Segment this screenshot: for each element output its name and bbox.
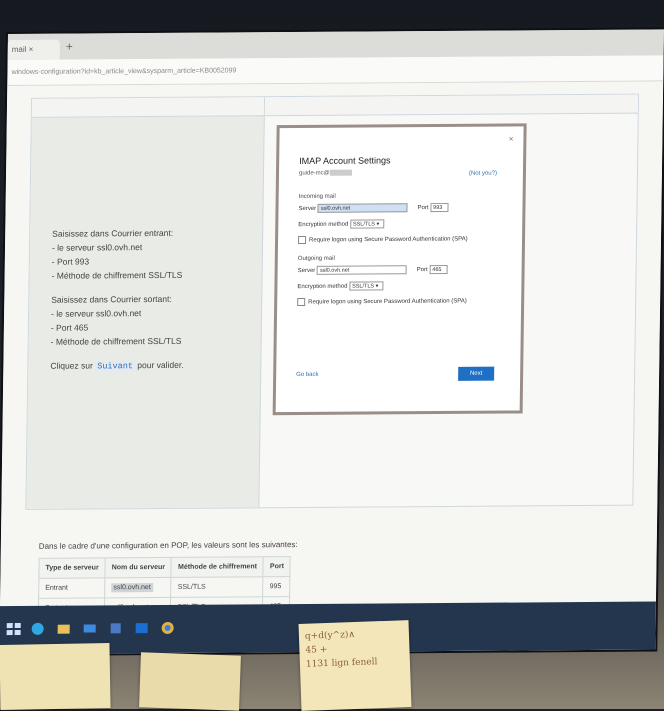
instructions-text: Saisissez dans Courrier entrant: - le se… [50,225,262,383]
table-header: Type de serveur [38,557,106,579]
store-icon[interactable] [108,621,124,635]
screenshot-column: × IMAP Account Settings guide-mc@ (Not y… [259,94,639,508]
encryption-label: Encryption method [298,221,349,229]
edge-icon[interactable] [30,622,46,636]
port-label: Port [417,205,429,212]
table-cell: SSL/TLS [171,576,264,598]
table-header: Port [263,556,291,577]
encryption-value: SSL/TLS [352,221,376,228]
incoming-port-input[interactable]: 993 [430,202,449,213]
chrome-icon[interactable] [160,621,176,635]
outgoing-spa-row: Require logon using Secure Password Auth… [297,297,467,307]
outgoing-port-input[interactable]: 465 [429,264,448,275]
spa-label: Require logon using Secure Password Auth… [308,298,467,306]
tab-label: mail × [11,44,34,54]
validate-suffix: pour valider. [137,359,184,371]
content-frame: Saisissez dans Courrier entrant: - le se… [25,93,640,510]
dialog-title: IMAP Account Settings [299,155,391,166]
account-prefix: guide-mc@ [298,170,330,177]
incoming-heading: Saisissez dans Courrier entrant: [52,227,174,239]
outgoing-encryption-select[interactable]: SSL/TLS ▾ [349,281,384,291]
sticky-note [0,643,111,710]
browser-tab[interactable]: mail × [7,39,60,61]
incoming-server-input[interactable]: ssl0.ovh.net [317,203,408,213]
monitor-screen: mail × + windows-configuration?id=kb_art… [0,29,664,655]
validate-code: Suivant [95,361,136,372]
incoming-server: - le serveur ssl0.ovh.net [51,242,143,253]
spa-label: Require logon using Secure Password Auth… [309,236,468,244]
incoming-encryption-select[interactable]: SSL/TLS ▾ [349,219,385,229]
next-button[interactable]: Next [458,366,495,381]
port-label: Port [416,267,428,274]
imap-dialog: × IMAP Account Settings guide-mc@ (Not y… [279,130,520,409]
table-cell: ssl0.ovh.net [104,577,172,598]
redacted-block [329,169,352,176]
sticky-note [139,652,241,711]
validate-prefix: Cliquez sur [50,360,93,371]
windows-start-icon[interactable] [6,622,22,636]
outgoing-server-input[interactable]: ssl0.ovh.net [316,265,408,275]
table-header-row: Type de serveur Nom du serveur Méthode d… [38,556,291,579]
outgoing-server-row: Server ssl0.ovh.net Port 465 [297,264,448,275]
spa-checkbox[interactable] [298,235,307,244]
column-header [264,94,639,117]
server-label: Server [297,267,316,275]
table-row: Entrant ssl0.ovh.net SSL/TLS 995 [38,576,291,599]
outgoing-encryption-row: Encryption method SSL/TLS ▾ [297,281,384,291]
pop-note: Dans le cadre d'une configuration en POP… [38,540,298,551]
incoming-encryption-row: Encryption method SSL/TLS ▾ [298,219,385,229]
table-cell: Entrant [38,577,106,599]
table-header: Méthode de chiffrement [171,556,264,578]
encryption-value: SSL/TLS [352,283,375,290]
incoming-port: - Port 993 [51,256,90,267]
outgoing-port: - Port 465 [50,322,89,333]
table-cell: 995 [263,576,291,597]
mail-icon[interactable] [82,621,98,635]
encryption-label: Encryption method [297,283,348,291]
incoming-server-row: Server ssl0.ovh.net Port 993 [298,202,449,213]
instructions-column: Saisissez dans Courrier entrant: - le se… [26,97,266,509]
outgoing-method: - Méthode de chiffrement SSL/TLS [50,335,182,347]
incoming-label: Incoming mail [298,193,336,200]
imap-settings-screenshot: × IMAP Account Settings guide-mc@ (Not y… [272,123,527,416]
column-header [31,97,265,118]
new-tab-button[interactable]: + [66,40,73,54]
sticky-note-handwritten: q+d(y^z)∧ 45 + 1131 lign fenell [298,620,412,711]
table-header: Nom du serveur [105,557,172,578]
spa-checkbox[interactable] [297,297,306,307]
outgoing-label: Outgoing mail [297,255,335,262]
address-text: windows-configuration?id=kb_article_view… [11,67,237,76]
account-email: guide-mc@ [298,169,352,177]
go-back-link[interactable]: Go back [296,372,318,378]
outlook-icon[interactable] [134,621,150,635]
article-page: Saisissez dans Courrier entrant: - le se… [0,81,664,619]
highlighted-server: ssl0.ovh.net [111,583,153,593]
not-you-link[interactable]: (Not you?) [469,171,497,177]
incoming-method: - Méthode de chiffrement SSL/TLS [51,269,183,281]
outgoing-heading: Saisissez dans Courrier sortant: [51,293,172,305]
incoming-spa-row: Require logon using Secure Password Auth… [298,235,468,244]
outgoing-server: - le serveur ssl0.ovh.net [51,308,142,319]
explorer-icon[interactable] [56,622,72,636]
note-line: 1131 lign fenell [305,657,378,670]
close-icon[interactable]: × [509,134,514,143]
server-label: Server [298,205,317,213]
